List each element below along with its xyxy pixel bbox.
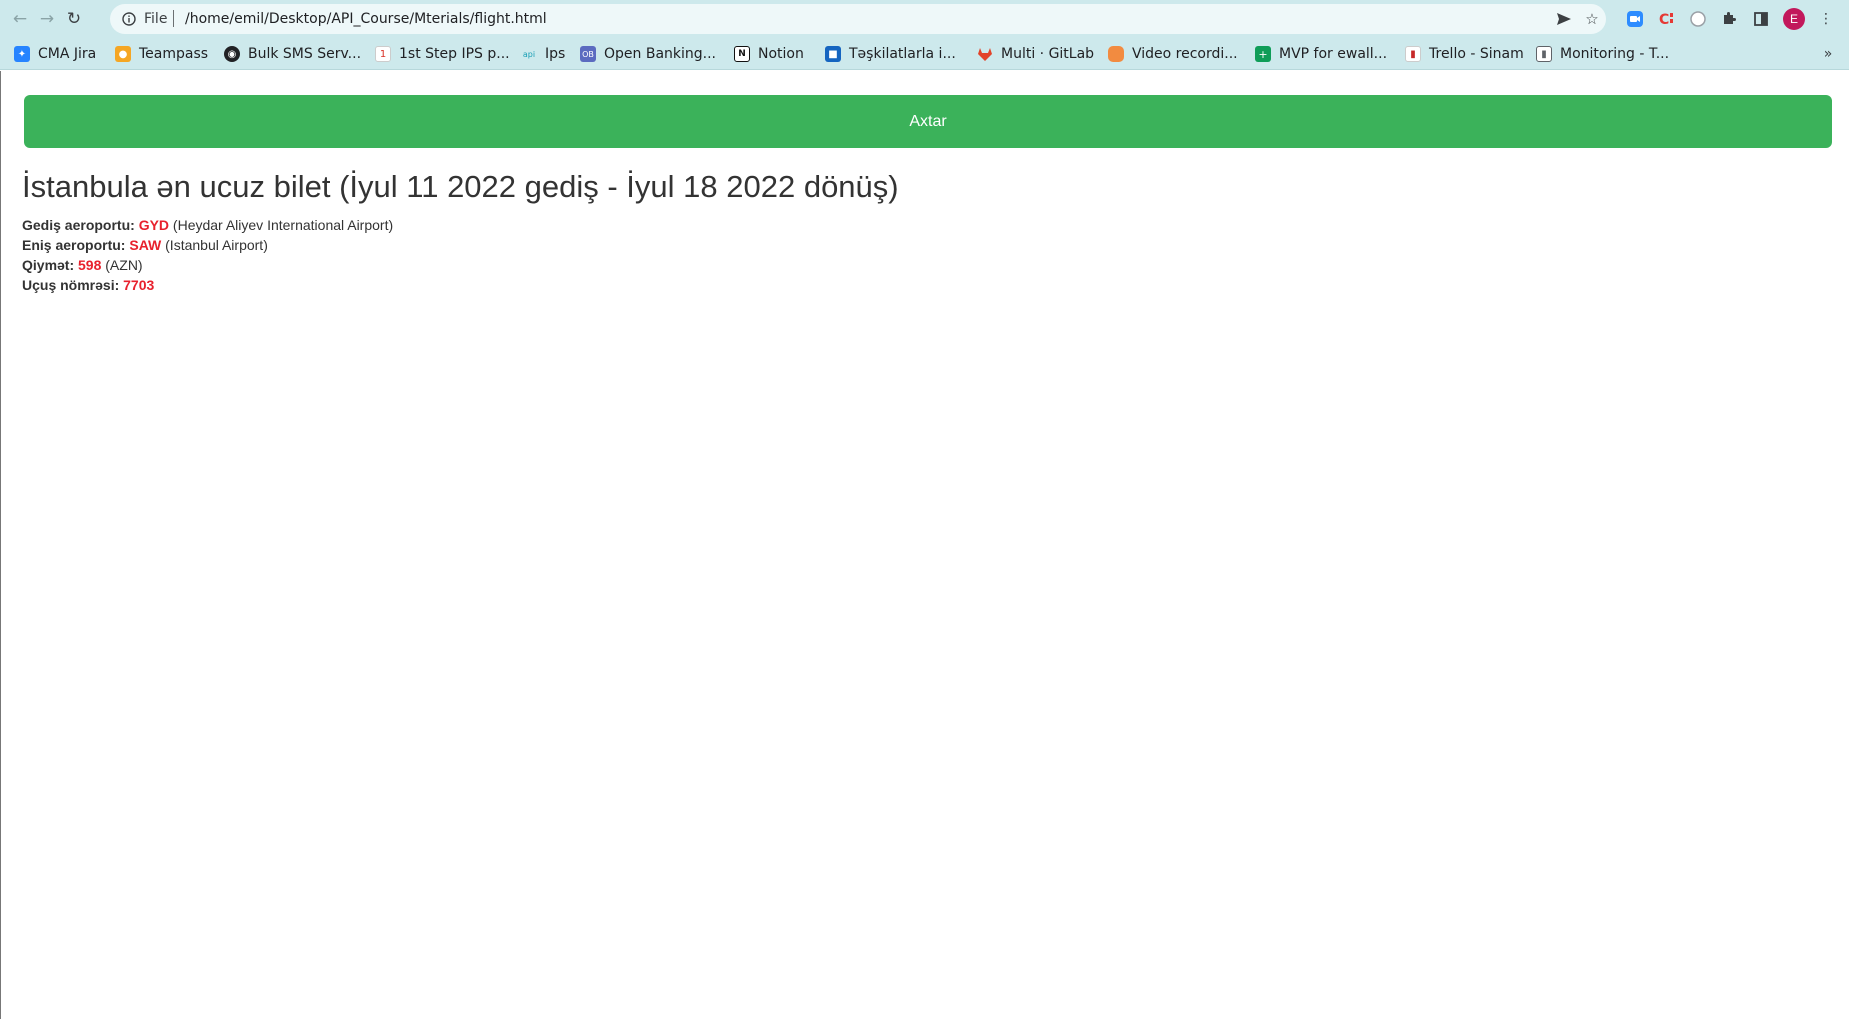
arrival-detail: (Istanbul Airport) bbox=[165, 237, 268, 253]
flight-number-value: 7703 bbox=[123, 277, 155, 293]
url-separator bbox=[173, 10, 174, 27]
search-button[interactable]: Axtar bbox=[24, 95, 1832, 148]
arrival-label: Eniş aeroportu: bbox=[22, 237, 126, 253]
price-row: Qiymət: 598 (AZN) bbox=[22, 255, 393, 275]
bookmark-label: Bulk SMS Serv... bbox=[248, 46, 362, 62]
forward-icon[interactable]: → bbox=[35, 7, 59, 31]
bookmark-item[interactable]: ■ Təşkilatlarla i... bbox=[825, 42, 956, 66]
monitoring-icon: ▮ bbox=[1536, 46, 1552, 62]
bookmark-label: Trello - Sinam bbox=[1429, 46, 1524, 62]
bookmark-item[interactable]: ▮ Trello - Sinam bbox=[1405, 42, 1524, 66]
bookmark-label: Multi · GitLab bbox=[1001, 46, 1095, 62]
extension-c-icon[interactable]: C bbox=[1655, 8, 1677, 30]
bookmark-star-icon[interactable]: ☆ bbox=[1582, 9, 1602, 29]
flight-number-label: Uçuş nömrəsi: bbox=[22, 277, 120, 293]
trello-icon: ▮ bbox=[1405, 46, 1421, 62]
sheets-icon: + bbox=[1255, 46, 1271, 62]
extensions-puzzle-icon[interactable] bbox=[1718, 8, 1740, 30]
bookmark-item[interactable]: N Notion bbox=[734, 42, 804, 66]
bookmark-label: Təşkilatlarla i... bbox=[849, 46, 956, 62]
browser-toolbar: ← → ↻ File /home/emil/Desktop/API_Course… bbox=[0, 0, 1849, 38]
bookmark-item[interactable]: 1 1st Step IPS p... bbox=[375, 42, 510, 66]
bookmark-label: 1st Step IPS p... bbox=[399, 46, 510, 62]
address-bar[interactable]: File /home/emil/Desktop/API_Course/Mteri… bbox=[110, 4, 1606, 34]
departure-label: Gediş aeroportu: bbox=[22, 217, 135, 233]
video-icon bbox=[1108, 46, 1124, 62]
side-panel-icon[interactable] bbox=[1750, 8, 1772, 30]
gitlab-icon bbox=[977, 46, 993, 62]
bookmarks-bar: ✦ CMA Jira ● Teampass ◉ Bulk SMS Serv...… bbox=[0, 38, 1849, 70]
url-text[interactable]: /home/emil/Desktop/API_Course/Mterials/f… bbox=[185, 11, 547, 27]
back-icon[interactable]: ← bbox=[8, 7, 32, 31]
api-pay-icon: api bbox=[522, 49, 536, 59]
bookmark-item[interactable]: Video recordi... bbox=[1108, 42, 1238, 66]
flight-number-row: Uçuş nömrəsi: 7703 bbox=[22, 275, 393, 295]
jira-icon: ✦ bbox=[14, 46, 30, 62]
bookmark-item[interactable]: + MVP for ewall... bbox=[1255, 42, 1387, 66]
url-scheme-label: File bbox=[144, 11, 168, 27]
zoom-extension-icon[interactable] bbox=[1624, 8, 1646, 30]
departure-row: Gediş aeroportu: GYD (Heydar Aliyev Inte… bbox=[22, 215, 393, 235]
ob-icon: OB bbox=[580, 46, 596, 62]
bookmark-label: Video recordi... bbox=[1132, 46, 1238, 62]
profile-avatar[interactable]: E bbox=[1783, 8, 1805, 30]
flight-info: Gediş aeroportu: GYD (Heydar Aliyev Inte… bbox=[22, 215, 393, 295]
reload-icon[interactable]: ↻ bbox=[62, 7, 86, 31]
bookmark-item[interactable]: Multi · GitLab bbox=[977, 42, 1094, 66]
price-label: Qiymət: bbox=[22, 257, 75, 273]
bookmark-label: Monitoring - T... bbox=[1560, 46, 1670, 62]
bookmarks-overflow-icon[interactable]: » bbox=[1818, 44, 1838, 64]
globe-icon: ◉ bbox=[224, 46, 240, 62]
ips-icon: 1 bbox=[375, 46, 391, 62]
departure-detail: (Heydar Aliyev International Airport) bbox=[172, 217, 394, 233]
price-currency: (AZN) bbox=[105, 257, 143, 273]
menu-kebab-icon[interactable]: ⋮ bbox=[1815, 8, 1837, 30]
arrival-code: SAW bbox=[129, 237, 162, 253]
departure-code: GYD bbox=[138, 217, 170, 233]
bookmark-label: Notion bbox=[758, 46, 804, 62]
bookmark-item[interactable]: ▮ Monitoring - T... bbox=[1536, 42, 1669, 66]
bookmark-label: MVP for ewall... bbox=[1279, 46, 1388, 62]
teampass-icon: ● bbox=[115, 46, 131, 62]
notion-icon: N bbox=[734, 46, 750, 62]
extension-circle-icon[interactable] bbox=[1687, 8, 1709, 30]
browser-chrome: ← → ↻ File /home/emil/Desktop/API_Course… bbox=[0, 0, 1849, 70]
page-content: Axtar İstanbula ən ucuz bilet (İyul 11 2… bbox=[0, 71, 1849, 1019]
bookmark-item[interactable]: api Ips bbox=[521, 42, 565, 66]
bookmark-label: CMA Jira bbox=[38, 46, 97, 62]
info-icon[interactable] bbox=[120, 10, 138, 28]
svg-text:C: C bbox=[1659, 12, 1669, 28]
bookmark-label: Ips bbox=[545, 46, 566, 62]
arrival-row: Eniş aeroportu: SAW (Istanbul Airport) bbox=[22, 235, 393, 255]
page-title: İstanbula ən ucuz bilet (İyul 11 2022 ge… bbox=[22, 169, 899, 204]
bookmark-item[interactable]: OB Open Banking... bbox=[580, 42, 716, 66]
bookmark-label: Open Banking... bbox=[604, 46, 717, 62]
price-value: 598 bbox=[78, 257, 102, 273]
bookmark-item[interactable]: ✦ CMA Jira bbox=[14, 42, 96, 66]
send-icon[interactable] bbox=[1554, 9, 1574, 29]
bookmark-item[interactable]: ◉ Bulk SMS Serv... bbox=[224, 42, 361, 66]
bookmark-item[interactable]: ● Teampass bbox=[115, 42, 208, 66]
tasks-icon: ■ bbox=[825, 46, 841, 62]
bookmark-label: Teampass bbox=[139, 46, 209, 62]
